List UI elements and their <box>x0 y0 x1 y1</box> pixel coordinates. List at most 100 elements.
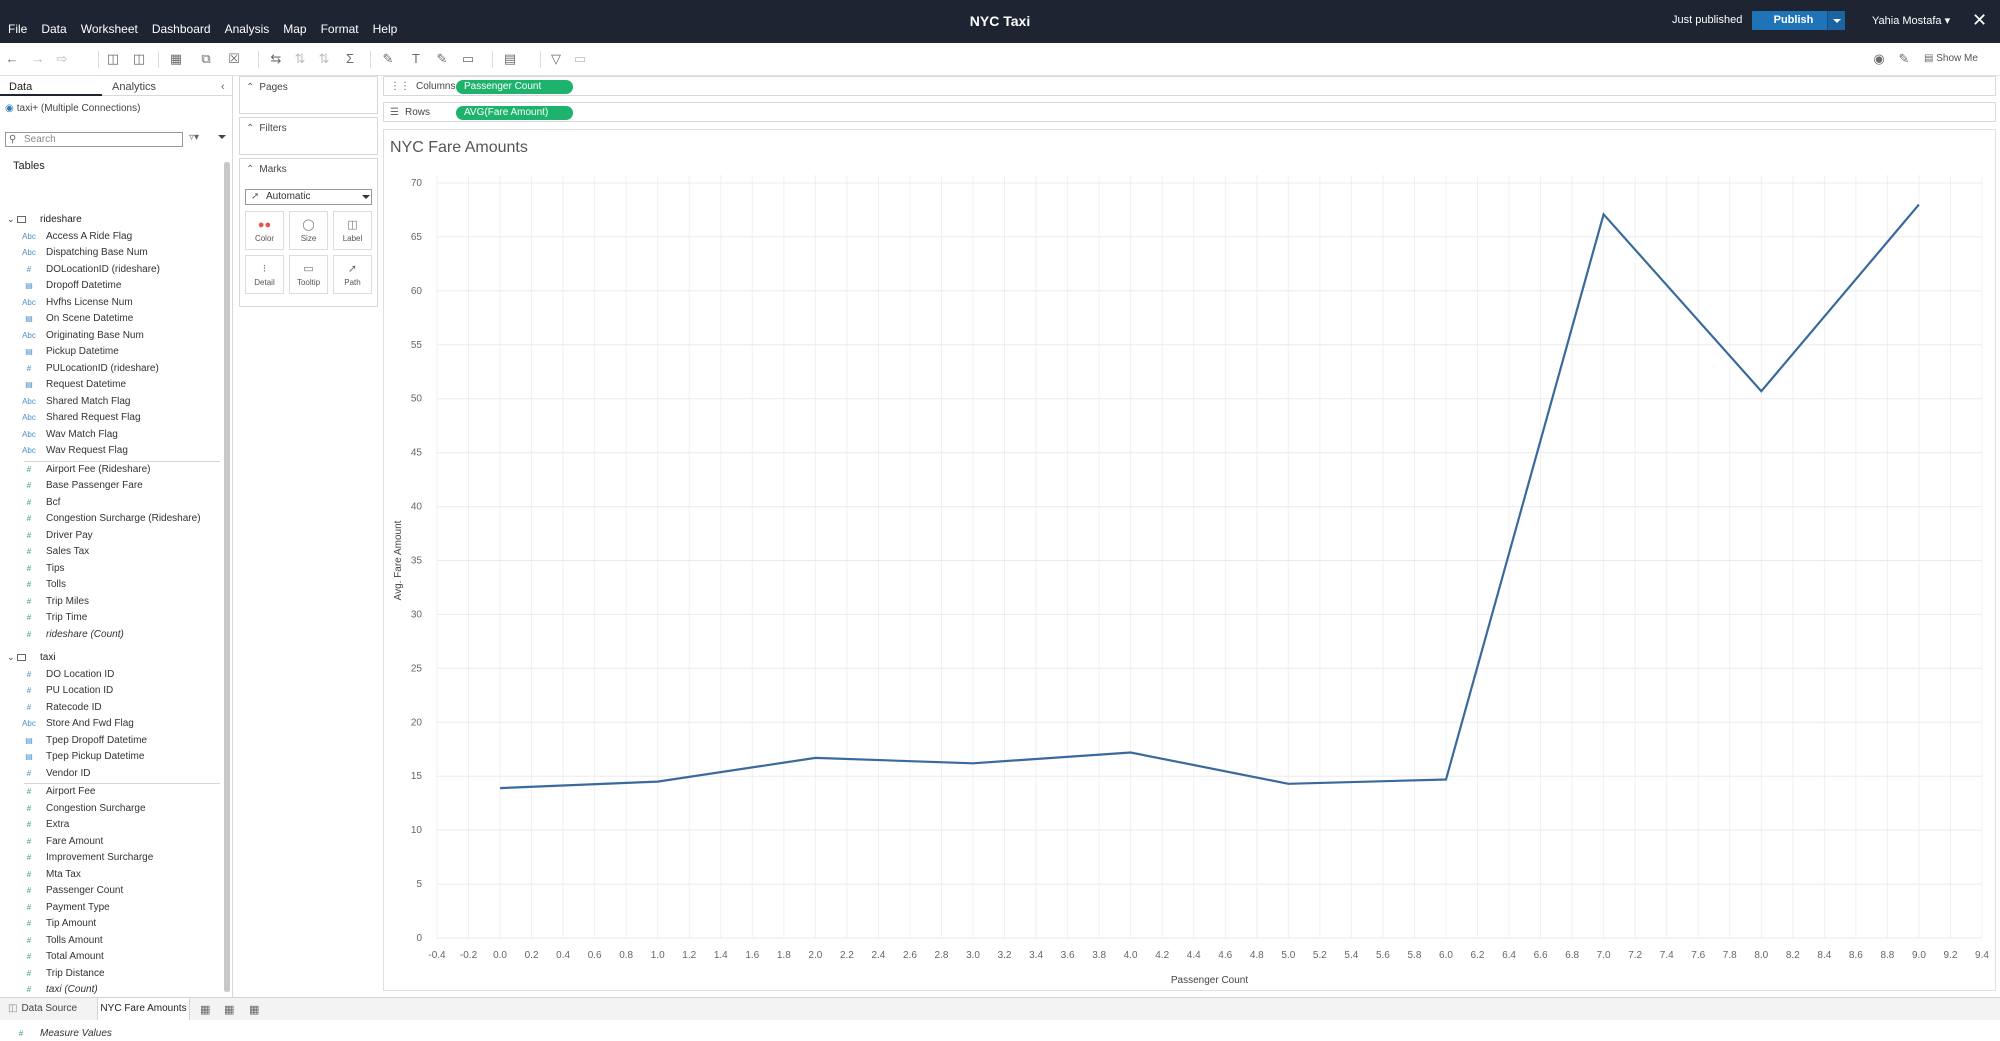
field-dispatching-base-num[interactable]: Abc Dispatching Base Num <box>0 245 222 260</box>
menu-map[interactable]: Map <box>283 22 306 36</box>
device-preview-icon[interactable]: ▭ <box>572 52 588 66</box>
menu-dashboard[interactable]: Dashboard <box>152 22 211 36</box>
chevron-down-icon[interactable]: ⌄ <box>7 650 15 665</box>
field-taxi-count[interactable]: # taxi (Count) <box>0 982 222 997</box>
field-fare-amount[interactable]: # Fare Amount <box>0 834 222 849</box>
field-dropoff-datetime[interactable]: ▤ Dropoff Datetime <box>0 278 222 293</box>
field-do-location-id[interactable]: # DO Location ID <box>0 667 222 682</box>
field-congestion-surcharge[interactable]: # Congestion Surcharge <box>0 801 222 816</box>
field-passenger-count[interactable]: # Passenger Count <box>0 883 222 898</box>
tab-nyc-fare-amounts[interactable]: NYC Fare Amounts <box>97 998 190 1020</box>
data-pane-scrollbar-thumb[interactable] <box>224 162 230 992</box>
data-point[interactable] <box>1283 779 1293 789</box>
group-icon[interactable]: ✎ <box>434 52 450 66</box>
tab-data[interactable]: Data <box>9 81 32 93</box>
field-shared-match-flag[interactable]: Abc Shared Match Flag <box>0 394 222 409</box>
field-vendor-id[interactable]: # Vendor ID <box>0 766 222 781</box>
pages-card[interactable]: Pages <box>239 76 378 114</box>
field-pulocationid-rideshare[interactable]: # PULocationID (rideshare) <box>0 361 222 376</box>
tab-data-source[interactable]: ◫ Data Source <box>8 998 77 1020</box>
menu-help[interactable]: Help <box>373 22 398 36</box>
field-tolls[interactable]: # Tolls <box>0 577 222 592</box>
field-mta-tax[interactable]: # Mta Tax <box>0 867 222 882</box>
tab-analytics[interactable]: Analytics <box>112 81 156 93</box>
share-icon[interactable]: ◉ <box>1871 52 1887 66</box>
collapse-pane-icon[interactable]: ‹ <box>221 81 225 93</box>
data-point[interactable] <box>1756 386 1766 396</box>
data-connection[interactable]: ◉ taxi+ (Multiple Connections) <box>5 103 140 114</box>
field-ratecode-id[interactable]: # Ratecode ID <box>0 700 222 715</box>
data-point[interactable] <box>1914 200 1924 210</box>
field-tpep-pickup-datetime[interactable]: ▤ Tpep Pickup Datetime <box>0 749 222 764</box>
rows-pill-avg-fare-amount[interactable]: AVG(Fare Amount) <box>456 106 573 120</box>
field-request-datetime[interactable]: ▤ Request Datetime <box>0 377 222 392</box>
new-dashboard-icon[interactable]: ▦ <box>224 1003 234 1016</box>
mark-label-button[interactable]: ◫ Label <box>333 211 372 250</box>
user-menu[interactable]: Yahia Mostafa ▾ <box>1872 14 1950 27</box>
format-painter-icon[interactable]: ✎ <box>1896 52 1912 66</box>
mark-detail-button[interactable]: ⁝ Detail <box>245 255 284 294</box>
data-point[interactable] <box>1441 774 1451 784</box>
publish-dropdown-button[interactable] <box>1827 11 1845 30</box>
field-dolocationid-rideshare[interactable]: # DOLocationID (rideshare) <box>0 262 222 277</box>
columns-pill-passenger-count[interactable]: Passenger Count <box>456 80 573 94</box>
field-tip-amount[interactable]: # Tip Amount <box>0 916 222 931</box>
mark-color-button[interactable]: ●● Color <box>245 211 284 250</box>
data-point[interactable] <box>1126 747 1136 757</box>
filters-card[interactable]: Filters <box>239 117 378 155</box>
line-chart[interactable]: 0 5 10 15 20 25 30 35 40 45 50 55 60 65 70 -0.4 -0.2 0.0 0… <box>384 130 1995 990</box>
redo-icon[interactable]: → <box>30 52 46 66</box>
show-me-button[interactable]: ▤ Show Me <box>1924 53 1978 64</box>
field-shared-request-flag[interactable]: Abc Shared Request Flag <box>0 410 222 425</box>
new-story-icon[interactable]: ▦ <box>249 1003 259 1016</box>
field-driver-pay[interactable]: # Driver Pay <box>0 528 222 543</box>
field-search-input[interactable]: ⚲ Search <box>5 132 183 147</box>
mark-path-button[interactable]: ➚ Path <box>333 255 372 294</box>
field-measure-values[interactable]: # Measure Values <box>0 1026 222 1041</box>
publish-button[interactable]: Publish <box>1752 11 1835 30</box>
sort-ascending-icon[interactable]: ⇅ <box>292 52 308 66</box>
present-icon[interactable]: ▽ <box>548 52 564 66</box>
sort-fields-icon[interactable] <box>218 135 226 143</box>
field-improvement-surcharge[interactable]: # Improvement Surcharge <box>0 850 222 865</box>
new-worksheet-icon[interactable]: ▦ <box>168 52 184 66</box>
field-payment-type[interactable]: # Payment Type <box>0 900 222 915</box>
swap-icon[interactable]: ⇆ <box>268 52 284 66</box>
field-trip-distance[interactable]: # Trip Distance <box>0 966 222 981</box>
highlight-icon[interactable]: ✎ <box>380 52 396 66</box>
menu-analysis[interactable]: Analysis <box>225 22 270 36</box>
field-pu-location-id[interactable]: # PU Location ID <box>0 683 222 698</box>
field-trip-miles[interactable]: # Trip Miles <box>0 594 222 609</box>
clear-icon[interactable]: ☒ <box>226 52 242 66</box>
columns-shelf[interactable]: ⋮⋮ Columns Passenger Count <box>383 76 1996 96</box>
replay-icon[interactable]: ⇨ <box>54 52 70 66</box>
pause-updates-icon[interactable]: ◫ <box>131 52 147 66</box>
mark-size-button[interactable]: ◯ Size <box>289 211 328 250</box>
new-datasource-icon[interactable]: ◫ <box>105 52 121 66</box>
data-point[interactable] <box>810 753 820 763</box>
fit-icon[interactable]: ▭ <box>460 52 476 66</box>
field-congestion-surcharge-rideshare[interactable]: # Congestion Surcharge (Rideshare) <box>0 511 222 526</box>
data-point[interactable] <box>1599 209 1609 219</box>
field-trip-time[interactable]: # Trip Time <box>0 610 222 625</box>
new-worksheet-icon[interactable]: ▦ <box>200 1003 210 1016</box>
field-base-passenger-fare[interactable]: # Base Passenger Fare <box>0 478 222 493</box>
duplicate-icon[interactable]: ⧉ <box>198 52 214 66</box>
field-store-and-fwd-flag[interactable]: Abc Store And Fwd Flag <box>0 716 222 731</box>
field-access-a-ride-flag[interactable]: Abc Access A Ride Flag <box>0 229 222 244</box>
rows-shelf[interactable]: ☰ Rows AVG(Fare Amount) <box>383 102 1996 122</box>
field-hvfhs-license-num[interactable]: Abc Hvfhs License Num <box>0 295 222 310</box>
field-tpep-dropoff-datetime[interactable]: ▤ Tpep Dropoff Datetime <box>0 733 222 748</box>
sort-descending-icon[interactable]: ⇅ <box>316 52 332 66</box>
field-sales-tax[interactable]: # Sales Tax <box>0 544 222 559</box>
undo-icon[interactable]: ← <box>4 52 20 66</box>
mark-type-select[interactable]: ➚ Automatic <box>245 189 372 205</box>
field-on-scene-datetime[interactable]: ▤ On Scene Datetime <box>0 311 222 326</box>
data-point[interactable] <box>495 783 505 793</box>
series-line-avg-fare-amount[interactable] <box>500 203 1920 790</box>
menu-worksheet[interactable]: Worksheet <box>81 22 138 36</box>
totals-icon[interactable]: Σ <box>342 52 358 66</box>
data-point[interactable] <box>653 777 663 787</box>
field-pickup-datetime[interactable]: ▤ Pickup Datetime <box>0 344 222 359</box>
field-tolls-amount[interactable]: # Tolls Amount <box>0 933 222 948</box>
